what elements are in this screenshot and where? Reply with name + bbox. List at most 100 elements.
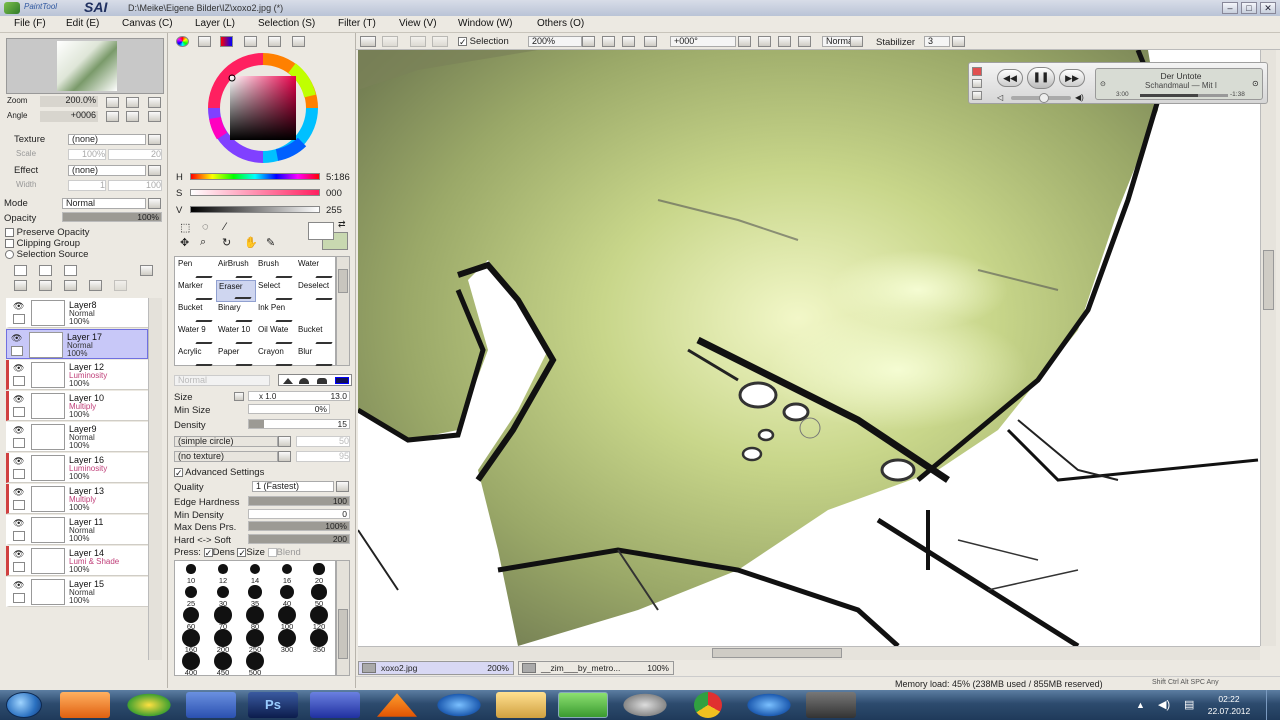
tool-slot[interactable]: Acrylic [176, 346, 217, 368]
menu-others[interactable]: Others (O) [537, 18, 584, 29]
angle-value[interactable]: +0006 [40, 111, 98, 122]
select-all-button[interactable] [360, 36, 376, 47]
brush-size-dot[interactable] [218, 564, 228, 574]
max-dens-slider[interactable]: 100% [248, 521, 350, 531]
selection-toggle[interactable]: Selection [458, 36, 509, 47]
close-button[interactable]: ✕ [1260, 2, 1276, 14]
swatches-tab[interactable] [244, 36, 257, 47]
new-vector-layer-button[interactable] [39, 265, 52, 276]
canvas-zoom-field[interactable]: 200% [528, 36, 582, 47]
app-icon-dark[interactable] [806, 692, 856, 718]
texture-select[interactable]: (none) [68, 134, 146, 145]
size-mult-button[interactable] [234, 392, 244, 401]
brush-shape-dropdown[interactable] [278, 436, 291, 447]
layer-lock-icon[interactable] [11, 346, 23, 356]
min-density-slider[interactable]: 0 [248, 509, 350, 519]
start-button[interactable] [6, 692, 42, 718]
visibility-eye-icon[interactable]: 👁 [13, 425, 27, 435]
merge-visible-button[interactable] [64, 280, 77, 291]
clock-date[interactable]: 22.07.2012 [1204, 706, 1254, 716]
zoom-tool-icon[interactable]: ⌕ [200, 236, 206, 249]
visibility-eye-icon[interactable]: 👁 [13, 580, 27, 590]
canvas-angle-field[interactable]: +000° [670, 36, 736, 47]
layer-extra-icon[interactable] [114, 280, 127, 291]
brush-size-dot[interactable] [186, 564, 196, 574]
maximize-button[interactable]: □ [1241, 2, 1257, 14]
tray-expand-icon[interactable]: ▲ [1136, 700, 1145, 710]
layer-mask-button[interactable] [140, 265, 153, 276]
rect-select-icon[interactable]: ⬚ [180, 221, 190, 234]
itunes-icon-2[interactable] [744, 692, 794, 718]
size-presets-scrollbar[interactable] [336, 560, 350, 676]
previous-track-icon[interactable]: ◀◀ [997, 69, 1023, 87]
brush-size-dot[interactable] [182, 606, 200, 624]
zoom-reset-button[interactable] [148, 97, 161, 108]
layer-lock-icon[interactable] [13, 438, 25, 448]
tool-slot[interactable]: Select [256, 280, 297, 302]
menu-canvas[interactable]: Canvas (C) [122, 18, 173, 29]
menu-view[interactable]: View (V) [399, 18, 437, 29]
clock-time[interactable]: 02:22 [1204, 694, 1254, 704]
visibility-eye-icon[interactable]: 👁 [11, 333, 25, 343]
rotate-left-button[interactable] [106, 111, 119, 122]
brush-blend-mode[interactable]: Normal [174, 375, 270, 386]
layer-list-scrollbar[interactable] [148, 298, 162, 660]
effect-dropdown-button[interactable] [148, 165, 161, 176]
brush-texture-dropdown[interactable] [278, 451, 291, 462]
zoom-out-button[interactable] [106, 97, 119, 108]
canvas-horizontal-scrollbar[interactable] [358, 646, 1260, 660]
navigator-preview[interactable] [6, 38, 164, 94]
layer-row[interactable]: 👁 Layer 15 Normal 100% [6, 577, 148, 607]
canvas-zoom-in-button[interactable] [622, 36, 635, 47]
tool-slot[interactable]: Deselect [296, 280, 337, 302]
tool-slot[interactable]: Binary [216, 302, 257, 324]
tool-slot[interactable]: Water 9 [176, 324, 217, 346]
volume-tray-icon[interactable]: ◀) [1158, 698, 1170, 711]
photoshop-icon[interactable]: Ps [248, 692, 298, 718]
quality-dropdown[interactable] [336, 481, 349, 492]
tab-xoxo2[interactable]: xoxo2.jpg 200% [358, 661, 514, 675]
media-close-button[interactable] [972, 67, 982, 76]
opacity-slider[interactable]: 100% [62, 212, 162, 222]
new-folder-button[interactable] [64, 265, 77, 276]
canvas-flip-button[interactable] [798, 36, 811, 47]
itunes-icon[interactable] [434, 692, 484, 718]
media-min-button[interactable] [972, 79, 982, 88]
flower-app-icon[interactable] [124, 692, 174, 718]
delete-layer-icon[interactable] [89, 280, 102, 291]
layer-lock-icon[interactable] [13, 407, 25, 417]
menu-file[interactable]: File (F) [14, 18, 46, 29]
layer-row[interactable]: 👁 Layer 17 Normal 100% [6, 329, 148, 359]
menu-layer[interactable]: Layer (L) [195, 18, 235, 29]
rotate-reset-button[interactable] [148, 111, 161, 122]
word-icon[interactable] [186, 692, 236, 718]
pressure-blend-checkbox[interactable] [267, 547, 277, 557]
layer-lock-icon[interactable] [13, 500, 25, 510]
advanced-settings-checkbox[interactable]: Advanced Settings [174, 467, 264, 478]
minimize-button[interactable]: – [1222, 2, 1238, 14]
network-tray-icon[interactable]: ▤ [1184, 698, 1194, 711]
brush-size-dot[interactable] [313, 563, 325, 575]
tool-slot[interactable]: Paper [216, 346, 257, 368]
canvas-rotate-right-button[interactable] [778, 36, 791, 47]
painttool-sai-taskbar-icon[interactable] [558, 692, 608, 718]
hand-tool-icon[interactable]: ✋ [244, 236, 258, 249]
media-menu-icon[interactable]: ⊙ [1252, 79, 1259, 88]
move-icon[interactable]: ✥ [180, 236, 189, 249]
layer-row[interactable]: 👁 Layer 10 Multiply 100% [6, 391, 148, 421]
brush-size-dot[interactable] [248, 585, 262, 599]
brush-shape-select[interactable]: (simple circle) [174, 436, 278, 447]
brush-size-dot[interactable] [185, 586, 197, 598]
tool-slot[interactable]: Bucket [296, 324, 337, 346]
rgb-slider-tab[interactable] [198, 36, 211, 47]
menu-edit[interactable]: Edit (E) [66, 18, 99, 29]
layer-lock-icon[interactable] [13, 376, 25, 386]
density-slider[interactable]: 15 [248, 419, 350, 429]
zoom-in-button[interactable] [126, 97, 139, 108]
app-icon-gear[interactable] [620, 692, 670, 718]
next-track-icon[interactable]: ▶▶ [1059, 69, 1085, 87]
menu-window[interactable]: Window (W) [458, 18, 512, 29]
layer-row[interactable]: 👁 Layer 11 Normal 100% [6, 515, 148, 545]
media-extra-button[interactable] [972, 91, 982, 100]
save-app-icon[interactable] [310, 692, 360, 718]
